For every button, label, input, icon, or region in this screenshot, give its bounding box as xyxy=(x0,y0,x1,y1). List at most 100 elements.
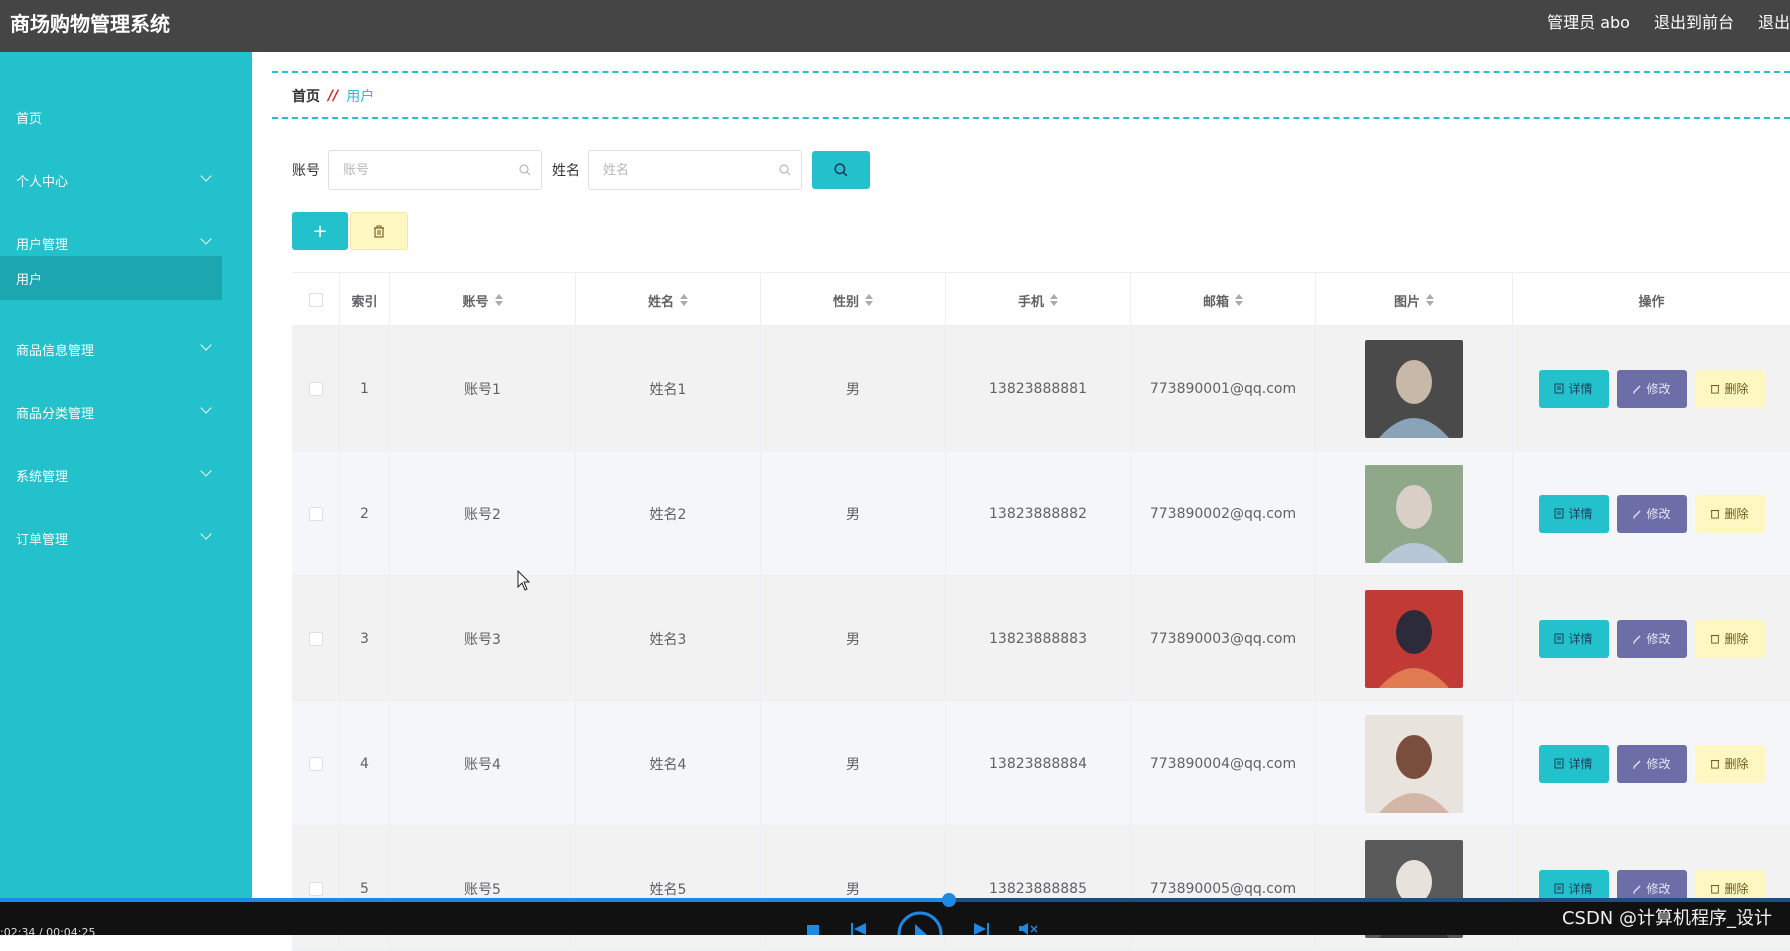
document-icon xyxy=(1554,383,1564,394)
delete-button[interactable]: 删除 xyxy=(1694,369,1765,408)
playback-time: :02:34 / 00:04:25 xyxy=(0,926,96,939)
delete-button[interactable]: 删除 xyxy=(1694,494,1765,533)
pencil-icon xyxy=(1633,885,1641,893)
search-icon xyxy=(779,164,791,176)
sidebar: 首页 个人中心 用户管理 用户 商品信息管理 商品分类管理 系统管理 订单管理 xyxy=(0,52,252,900)
search-icon xyxy=(834,163,848,177)
breadcrumb-divider-bottom xyxy=(272,117,1790,119)
table-body: 1 账号1 姓名1 男 13823888881 773890001@qq.com 详情 修改删… xyxy=(292,326,1790,951)
previous-icon[interactable] xyxy=(850,922,868,935)
user-photo[interactable] xyxy=(1365,589,1463,688)
row-select-cell xyxy=(292,701,340,826)
search-bar: 账号 姓名 xyxy=(292,150,870,190)
column-header-account[interactable]: 账号 xyxy=(390,273,576,327)
row-checkbox[interactable] xyxy=(308,631,323,646)
name-search-label: 姓名 xyxy=(552,163,580,179)
cell-gender: 男 xyxy=(761,701,946,826)
play-icon[interactable] xyxy=(896,910,944,935)
sort-icon[interactable] xyxy=(1050,294,1058,306)
cell-name: 姓名2 xyxy=(576,451,761,576)
stop-icon[interactable] xyxy=(806,924,820,935)
sidebar-item-users[interactable]: 用户 xyxy=(0,256,222,300)
sort-icon[interactable] xyxy=(865,294,873,306)
cell-name: 姓名1 xyxy=(576,326,761,451)
cell-image xyxy=(1316,451,1513,576)
column-header-phone[interactable]: 手机 xyxy=(946,273,1131,327)
row-checkbox[interactable] xyxy=(308,381,323,396)
cell-email: 773890003@qq.com xyxy=(1131,576,1316,701)
breadcrumb-divider-top xyxy=(272,71,1790,73)
sidebar-item-label: 用户管理 xyxy=(16,237,69,253)
column-header-gender[interactable]: 性别 xyxy=(761,273,946,327)
document-icon xyxy=(1554,883,1564,894)
select-all-checkbox[interactable] xyxy=(308,293,323,307)
detail-button[interactable]: 详情 xyxy=(1538,494,1609,533)
cell-email: 773890001@qq.com xyxy=(1131,326,1316,451)
detail-button[interactable]: 详情 xyxy=(1538,744,1609,783)
sidebar-item-label: 商品信息管理 xyxy=(16,343,95,359)
column-header-email[interactable]: 邮箱 xyxy=(1131,273,1316,327)
edit-button[interactable]: 修改 xyxy=(1616,369,1687,408)
top-bar: 商场购物管理系统 管理员 abo 退出到前台 退出 xyxy=(0,0,1790,52)
top-right-links: 管理员 abo 退出到前台 退出 xyxy=(1547,9,1790,33)
row-checkbox[interactable] xyxy=(308,506,323,521)
sidebar-item-product-category[interactable]: 商品分类管理 xyxy=(0,392,222,432)
account-search-label: 账号 xyxy=(292,163,320,179)
row-checkbox[interactable] xyxy=(308,881,323,896)
row-checkbox[interactable] xyxy=(308,756,323,771)
search-button[interactable] xyxy=(812,151,870,189)
progress-knob[interactable] xyxy=(941,893,956,907)
sidebar-item-orders[interactable]: 订单管理 xyxy=(0,518,222,558)
back-to-front-link[interactable]: 退出到前台 xyxy=(1654,9,1734,33)
table-header: 索引 账号 姓名 性别 手机 邮箱 图片 操作 xyxy=(292,272,1790,327)
cell-index: 2 xyxy=(340,451,390,576)
sort-icon[interactable] xyxy=(494,294,503,306)
mouse-cursor-icon xyxy=(517,570,531,591)
edit-button[interactable]: 修改 xyxy=(1616,744,1687,783)
cell-actions: 详情 修改 删除 xyxy=(1513,451,1790,576)
sidebar-item-personal-center[interactable]: 个人中心 xyxy=(0,160,222,200)
user-photo[interactable] xyxy=(1365,464,1463,563)
user-photo[interactable] xyxy=(1365,339,1463,438)
sidebar-item-home[interactable]: 首页 xyxy=(0,97,222,137)
table-row: 2 账号2 姓名2 男 13823888882 773890002@qq.com 详情 修改删… xyxy=(292,451,1790,576)
watermark: CSDN @计算机程序_设计 xyxy=(1561,908,1772,929)
sidebar-item-product-info[interactable]: 商品信息管理 xyxy=(0,329,222,369)
edit-button[interactable]: 修改 xyxy=(1616,619,1687,658)
detail-button[interactable]: 详情 xyxy=(1538,369,1609,408)
add-button[interactable]: + xyxy=(292,212,348,250)
detail-button[interactable]: 详情 xyxy=(1538,619,1609,658)
table-row: 1 账号1 姓名1 男 13823888881 773890001@qq.com 详情 修改删… xyxy=(292,326,1790,451)
cell-index: 4 xyxy=(340,701,390,826)
cell-gender: 男 xyxy=(761,576,946,701)
breadcrumb-home[interactable]: 首页 xyxy=(292,86,320,106)
column-header-name[interactable]: 姓名 xyxy=(576,273,761,327)
name-search-input[interactable] xyxy=(589,151,801,189)
next-icon[interactable] xyxy=(972,922,990,935)
cell-email: 773890002@qq.com xyxy=(1131,451,1316,576)
trash-icon xyxy=(1711,510,1720,519)
cell-name: 姓名3 xyxy=(576,576,761,701)
column-header-image[interactable]: 图片 xyxy=(1316,273,1513,327)
app-title: 商场购物管理系统 xyxy=(10,12,170,36)
sort-icon[interactable] xyxy=(680,294,688,306)
cell-account: 账号3 xyxy=(390,576,576,701)
sidebar-item-system[interactable]: 系统管理 xyxy=(0,455,222,495)
user-photo[interactable] xyxy=(1365,714,1463,813)
mute-icon[interactable] xyxy=(1018,922,1040,935)
account-search-input[interactable] xyxy=(329,151,541,189)
sort-icon[interactable] xyxy=(1426,294,1434,306)
edit-button[interactable]: 修改 xyxy=(1616,494,1687,533)
sort-icon[interactable] xyxy=(1235,294,1243,306)
trash-icon xyxy=(1711,635,1720,644)
chevron-down-icon xyxy=(200,233,212,245)
logout-link[interactable]: 退出 xyxy=(1758,9,1790,33)
sidebar-item-label: 系统管理 xyxy=(16,469,69,485)
table-row: 4 账号4 姓名4 男 13823888884 773890004@qq.com 详情 修改删… xyxy=(292,701,1790,826)
cell-gender: 男 xyxy=(761,326,946,451)
batch-delete-button[interactable] xyxy=(350,212,408,250)
delete-button[interactable]: 删除 xyxy=(1694,744,1765,783)
delete-button[interactable]: 删除 xyxy=(1694,619,1765,658)
sidebar-item-label: 用户 xyxy=(16,272,43,288)
trash-icon xyxy=(1711,385,1720,394)
